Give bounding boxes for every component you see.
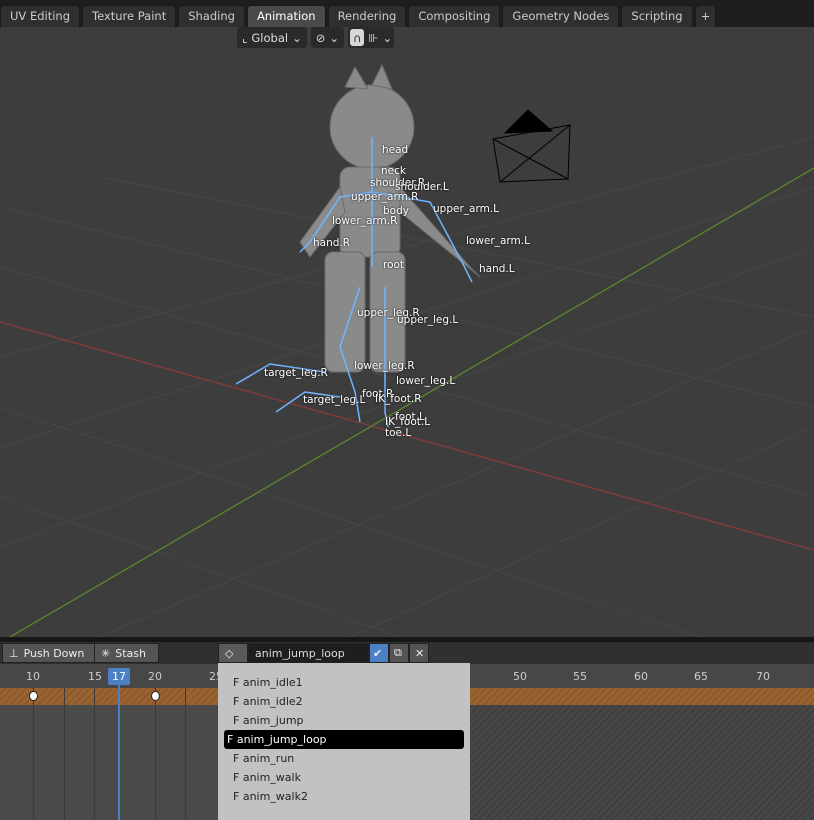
action-icon: ◇	[225, 646, 234, 660]
grid-line	[33, 688, 34, 820]
viewport-header: ⌞ Global ⌄ ⊘ ⌄ ∩ ⊪ ⌄	[237, 27, 395, 48]
tab-animation[interactable]: Animation	[246, 5, 326, 27]
tab-shading[interactable]: Shading	[178, 5, 245, 27]
bone-label: toe.L	[385, 427, 412, 439]
bone-label: target_leg.L	[303, 394, 366, 406]
camera-object	[492, 109, 571, 183]
bone-label: lower_leg.L	[396, 375, 456, 387]
action-item-anim-jump[interactable]: F anim_jump	[224, 711, 464, 730]
bone-label: hand.L	[479, 263, 515, 275]
grid-line	[155, 688, 156, 820]
ruler-tick: 55	[573, 670, 587, 683]
keyframe-10[interactable]	[29, 691, 38, 701]
browse-action-button[interactable]: ◇	[218, 643, 248, 663]
bone-label: root	[383, 259, 405, 271]
tab-compositing[interactable]: Compositing	[408, 5, 501, 27]
push-down-icon: ⊥	[9, 646, 19, 660]
link-icon: ⊘	[315, 30, 326, 45]
chevron-down-icon: ⌄	[329, 30, 339, 45]
action-browse-dropdown: F anim_idle1 F anim_idle2 F anim_jump F …	[218, 663, 470, 820]
current-frame-indicator[interactable]: 17	[108, 668, 130, 685]
action-item-anim-jump-loop[interactable]: F anim_jump_loop	[224, 730, 464, 749]
transform-orientation-dropdown[interactable]: ⌞ Global ⌄	[237, 27, 307, 48]
action-item-anim-walk2[interactable]: F anim_walk2	[224, 787, 464, 806]
bone-label: neck	[381, 165, 406, 177]
ruler-tick: 50	[513, 670, 527, 683]
action-item-anim-idle2[interactable]: F anim_idle2	[224, 692, 464, 711]
tab-rendering[interactable]: Rendering	[327, 5, 407, 27]
tab-scripting[interactable]: Scripting	[621, 5, 693, 27]
action-item-anim-walk[interactable]: F anim_walk	[224, 768, 464, 787]
grid-line	[64, 688, 65, 820]
chevron-down-icon: ⌄	[292, 30, 302, 45]
bone-label: lower_arm.R	[332, 215, 398, 227]
snap-increment-icon[interactable]: ⊪	[368, 31, 378, 45]
action-item-anim-run[interactable]: F anim_run	[224, 749, 464, 768]
ruler-tick: 20	[148, 670, 162, 683]
ruler-tick: 65	[694, 670, 708, 683]
keyframe-20[interactable]	[151, 691, 160, 701]
tab-texture-paint[interactable]: Texture Paint	[82, 5, 177, 27]
ruler-tick: 15	[88, 670, 102, 683]
bone-label: upper_arm.R	[351, 191, 419, 203]
viewport-grid	[0, 63, 814, 637]
snapping-group: ∩ ⊪ ⌄	[348, 27, 395, 48]
add-workspace-button[interactable]: +	[694, 5, 717, 27]
grid-line	[185, 688, 186, 820]
unlink-action-close-icon[interactable]: ✕	[409, 643, 429, 663]
tab-geometry-nodes[interactable]: Geometry Nodes	[502, 5, 620, 27]
orientation-icon: ⌞	[242, 30, 248, 45]
pivot-point-dropdown[interactable]: ⊘ ⌄	[310, 27, 344, 48]
chevron-down-icon[interactable]: ⌄	[382, 31, 392, 45]
ruler-tick: 10	[26, 670, 40, 683]
bone-label: upper_arm.L	[433, 203, 499, 215]
action-item-anim-idle1[interactable]: F anim_idle1	[224, 673, 464, 692]
3d-viewport[interactable]: ⌞ Global ⌄ ⊘ ⌄ ∩ ⊪ ⌄ head neck shoulder.R sh…	[0, 27, 814, 637]
stash-button[interactable]: ✳ Stash	[94, 643, 159, 663]
tab-uv-editing[interactable]: UV Editing	[0, 5, 80, 27]
playhead[interactable]	[118, 685, 120, 820]
bone-label: hand.R	[313, 237, 351, 249]
snowflake-icon: ✳	[101, 646, 111, 660]
workspace-tabs: UV Editing Texture Paint Shading Animati…	[0, 0, 814, 27]
snap-toggle-magnet-icon[interactable]: ∩	[350, 29, 365, 46]
push-down-button[interactable]: ⊥ Push Down	[2, 643, 95, 663]
grid-line	[94, 688, 95, 820]
bone-label: lower_leg.R	[354, 360, 415, 372]
fake-user-shield-icon[interactable]: ✔	[369, 643, 389, 663]
bone-label: lower_arm.L	[466, 235, 530, 247]
bone-label: target_leg.R	[264, 367, 328, 379]
action-name-field[interactable]: anim_jump_loop	[248, 643, 369, 663]
bone-label: head	[382, 144, 409, 156]
duplicate-action-icon[interactable]: ⧉	[389, 643, 409, 663]
ruler-tick: 70	[756, 670, 770, 683]
bone-label: IK_foot.R	[375, 393, 422, 405]
ruler-tick: 60	[634, 670, 648, 683]
action-editor-header: ⊥ Push Down ✳ Stash ◇ anim_jump_loop ✔ ⧉ ✕	[0, 642, 814, 664]
bone-label: upper_leg.L	[397, 314, 459, 326]
